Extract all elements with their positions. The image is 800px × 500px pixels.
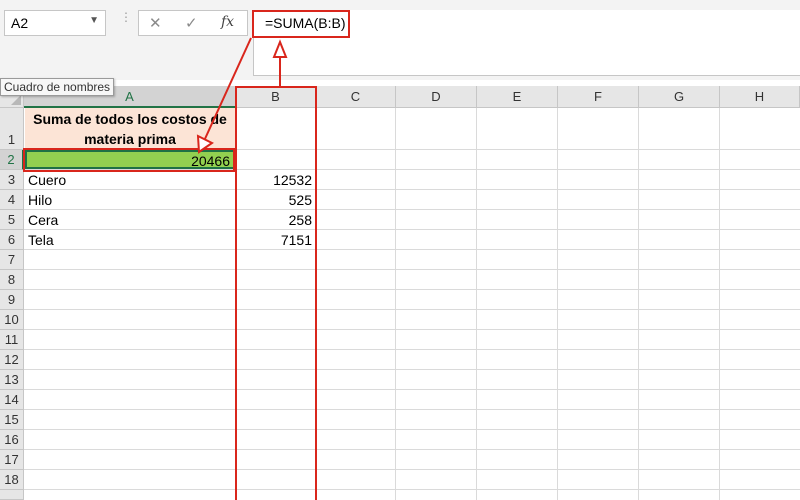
arrow-head-to-result: [196, 134, 214, 154]
arrow-to-result-line: [203, 37, 252, 142]
annotation-arrows: [196, 37, 288, 154]
arrow-head-to-formula: [272, 39, 288, 58]
